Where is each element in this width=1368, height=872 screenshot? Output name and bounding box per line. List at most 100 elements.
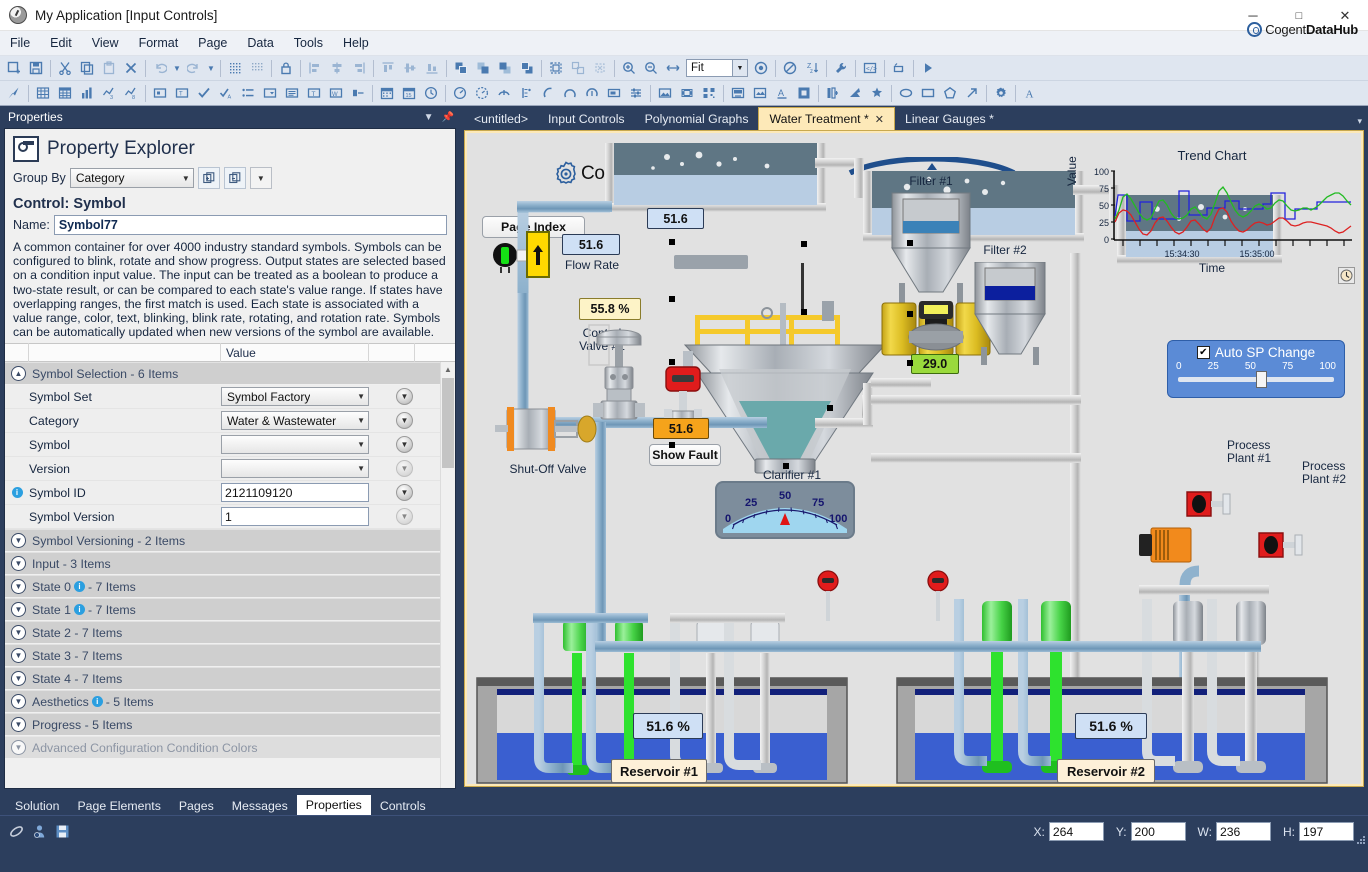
control-valve-symbol[interactable] bbox=[587, 323, 651, 431]
chevron-down-icon[interactable]: ▼ bbox=[732, 60, 747, 76]
pointer-icon[interactable] bbox=[3, 82, 25, 104]
close-icon[interactable]: ✕ bbox=[875, 113, 884, 126]
polygon-icon[interactable] bbox=[939, 82, 961, 104]
property-menu-button[interactable]: ▼ bbox=[396, 484, 413, 501]
image-icon[interactable] bbox=[654, 82, 676, 104]
bring-front-icon[interactable] bbox=[450, 57, 472, 79]
analog-gauge[interactable]: 0 25 50 75 100 bbox=[715, 481, 855, 539]
zoom-out-icon[interactable] bbox=[640, 57, 662, 79]
w-input[interactable] bbox=[1216, 822, 1271, 841]
property-row-category[interactable]: Category Water & Wastewater ▼ ▼ bbox=[5, 409, 440, 433]
resize-grip[interactable] bbox=[1356, 834, 1366, 844]
arrow-icon[interactable] bbox=[961, 82, 983, 104]
list-icon[interactable] bbox=[237, 82, 259, 104]
chevron-down-icon[interactable]: ▼ bbox=[424, 112, 434, 123]
property-menu-button[interactable]: ▼ bbox=[396, 388, 413, 405]
info-icon[interactable]: i bbox=[12, 487, 23, 498]
symbol-select[interactable]: ▼ bbox=[221, 435, 369, 454]
align-left-icon[interactable] bbox=[304, 57, 326, 79]
selection-handle[interactable] bbox=[783, 463, 789, 469]
zoom-fit-icon[interactable] bbox=[662, 57, 684, 79]
delete-icon[interactable] bbox=[120, 57, 142, 79]
property-group-state-2[interactable]: ▼ State 2 - 7 Items bbox=[5, 621, 440, 644]
selection-handle[interactable] bbox=[801, 309, 807, 315]
h-input[interactable] bbox=[1299, 822, 1354, 841]
category-select[interactable]: Water & Wastewater ▼ bbox=[221, 411, 369, 430]
rotate-icon[interactable] bbox=[589, 57, 611, 79]
scroll-up-icon[interactable]: ▲ bbox=[441, 362, 455, 377]
menu-item-help[interactable]: Help bbox=[333, 31, 379, 56]
symbol-id-input[interactable] bbox=[221, 483, 369, 502]
flow-rate-value[interactable]: 51.6 bbox=[562, 234, 620, 255]
bar-chart-icon[interactable] bbox=[76, 82, 98, 104]
property-menu-button[interactable]: ▼ bbox=[396, 412, 413, 429]
property-row-symbol[interactable]: Symbol ▼ ▼ bbox=[5, 433, 440, 457]
reservoir1-label[interactable]: Reservoir #1 bbox=[611, 759, 707, 783]
slider-icon[interactable] bbox=[347, 82, 369, 104]
selection-handle[interactable] bbox=[907, 311, 913, 317]
check-icon[interactable] bbox=[193, 82, 215, 104]
sort-icon[interactable]: Zz bbox=[801, 57, 823, 79]
zoom-in-icon[interactable] bbox=[618, 57, 640, 79]
group-by-select[interactable]: Category ▼ bbox=[70, 168, 194, 188]
new-page-icon[interactable] bbox=[3, 57, 25, 79]
scrollbar-thumb[interactable] bbox=[442, 378, 454, 468]
selection-handle[interactable] bbox=[801, 241, 807, 247]
bottom-tab-pages[interactable]: Pages bbox=[170, 796, 223, 815]
selection-handle[interactable] bbox=[669, 442, 675, 448]
sp-slider-track[interactable] bbox=[1178, 377, 1334, 382]
property-group-symbol-versioning[interactable]: ▼ Symbol Versioning - 2 Items bbox=[5, 529, 440, 552]
reservoir2-level-transmitter[interactable] bbox=[925, 570, 951, 628]
property-group-state-4[interactable]: ▼ State 4 - 7 Items bbox=[5, 667, 440, 690]
trend-chart[interactable]: Trend Chart Value 1007550 250 bbox=[1067, 148, 1357, 278]
menu-item-page[interactable]: Page bbox=[188, 31, 237, 56]
align-middle-icon[interactable] bbox=[399, 57, 421, 79]
plant2-red-valve[interactable] bbox=[1257, 529, 1305, 561]
selection-handle[interactable] bbox=[827, 405, 833, 411]
fullscreen-icon[interactable] bbox=[793, 82, 815, 104]
send-back-icon[interactable] bbox=[516, 57, 538, 79]
layout-icon[interactable] bbox=[822, 82, 844, 104]
web-icon[interactable]: W bbox=[325, 82, 347, 104]
video-icon[interactable] bbox=[676, 82, 698, 104]
wrench-icon[interactable] bbox=[830, 57, 852, 79]
zoom-level-select[interactable]: Fit ▼ bbox=[686, 59, 748, 77]
property-group-symbol-selection[interactable]: ▲ Symbol Selection - 6 Items bbox=[5, 362, 440, 385]
align-right-icon[interactable] bbox=[348, 57, 370, 79]
y-input[interactable] bbox=[1131, 822, 1186, 841]
selection-handle[interactable] bbox=[907, 240, 913, 246]
font-a-icon[interactable]: A bbox=[1019, 82, 1041, 104]
button-icon[interactable] bbox=[149, 82, 171, 104]
trend-clock-button[interactable] bbox=[1338, 267, 1355, 284]
reservoir1-value[interactable]: 51.6 % bbox=[633, 713, 703, 739]
check-label-icon[interactable]: A bbox=[215, 82, 237, 104]
save-state-icon[interactable] bbox=[54, 823, 71, 840]
menu-item-edit[interactable]: Edit bbox=[40, 31, 82, 56]
menu-item-view[interactable]: View bbox=[82, 31, 129, 56]
send-backward-icon[interactable] bbox=[494, 57, 516, 79]
underline-a-icon[interactable]: A bbox=[771, 82, 793, 104]
lock-icon[interactable] bbox=[275, 57, 297, 79]
name-input[interactable] bbox=[54, 215, 447, 235]
run-icon[interactable] bbox=[917, 57, 939, 79]
tank1-value-label[interactable]: 51.6 bbox=[647, 208, 704, 229]
settings-slider-icon[interactable] bbox=[625, 82, 647, 104]
redo-icon[interactable] bbox=[183, 57, 205, 79]
sp-slider-thumb[interactable] bbox=[1256, 371, 1267, 388]
monitor-icon[interactable] bbox=[749, 82, 771, 104]
gauge-icon[interactable] bbox=[449, 82, 471, 104]
info-icon[interactable]: i bbox=[92, 696, 103, 707]
undo-dropdown-icon[interactable]: ▼ bbox=[171, 57, 183, 79]
tab-polynomial-graphs[interactable]: Polynomial Graphs bbox=[635, 108, 759, 130]
property-group-state-0[interactable]: ▼ State 0 i - 7 Items bbox=[5, 575, 440, 598]
align-center-icon[interactable] bbox=[326, 57, 348, 79]
zoom-actual-icon[interactable] bbox=[750, 57, 772, 79]
bring-forward-icon[interactable] bbox=[472, 57, 494, 79]
property-menu-button[interactable]: ▼ bbox=[396, 460, 413, 477]
info-icon[interactable]: i bbox=[74, 604, 85, 615]
property-grid-scrollbar[interactable]: ▲ ▼ bbox=[440, 362, 455, 789]
property-group-advanced[interactable]: ▼ Advanced Configuration Condition Color… bbox=[5, 736, 440, 759]
property-row-symbol-id[interactable]: i Symbol ID ▼ bbox=[5, 481, 440, 505]
text-input-icon[interactable]: T bbox=[303, 82, 325, 104]
info-icon[interactable]: i bbox=[74, 581, 85, 592]
